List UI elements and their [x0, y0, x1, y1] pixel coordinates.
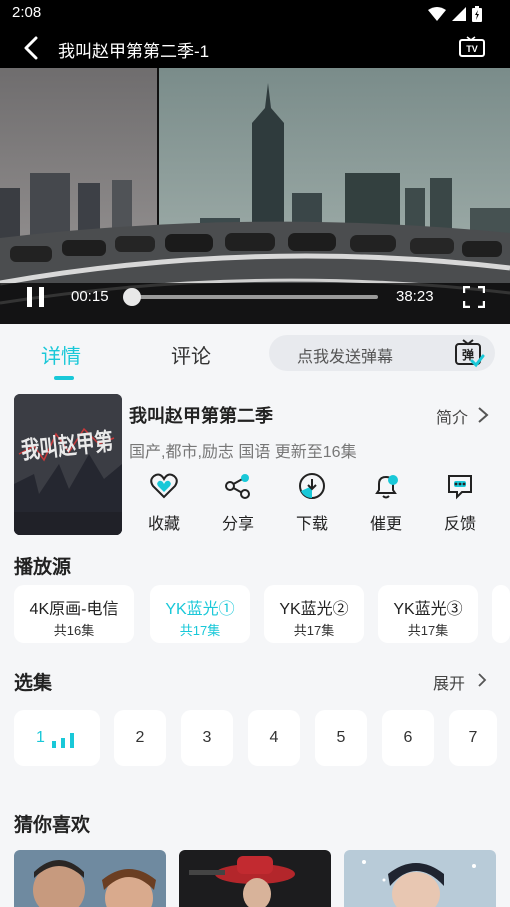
source-name: 4K原画-电信 [29, 601, 119, 618]
urge-update-label: 催更 [369, 516, 402, 533]
share-icon [225, 474, 250, 499]
recommend-title: 猜你喜欢 [14, 815, 91, 836]
pause-icon[interactable] [26, 286, 46, 308]
tab-detail[interactable]: 详情 [41, 340, 81, 369]
danmaku-placeholder: 点我发送弹幕 [297, 349, 394, 366]
source-item[interactable]: YK蓝光② 共17集 [264, 585, 364, 643]
source-item-partial[interactable] [492, 585, 510, 643]
chevron-right-icon[interactable] [476, 406, 490, 424]
back-arrow-icon[interactable] [20, 36, 44, 60]
episode-item[interactable]: 6 [382, 710, 434, 766]
source-count: 共17集 [179, 623, 221, 638]
recommend-card[interactable] [14, 850, 166, 907]
poster-image: 我叫赵甲第 [14, 394, 122, 535]
show-title: 我叫赵甲第第二季 [129, 406, 273, 426]
bell-icon [375, 475, 398, 499]
signal-icon [452, 7, 466, 21]
fullscreen-icon[interactable] [463, 286, 485, 308]
download-icon [299, 473, 325, 499]
source-count: 共17集 [293, 623, 335, 638]
source-name: YK蓝光① [165, 601, 235, 618]
danmaku-input[interactable]: 点我发送弹幕 弹 [269, 335, 495, 371]
source-name: YK蓝光③ [393, 601, 463, 618]
show-poster[interactable]: 我叫赵甲第 [14, 394, 122, 535]
current-time: 00:15 [71, 288, 109, 305]
tv-cast-icon[interactable]: TV [458, 36, 486, 60]
chevron-right-icon[interactable] [476, 672, 488, 688]
sources-title: 播放源 [14, 557, 72, 578]
heart-icon [150, 473, 178, 499]
episode-item[interactable]: 5 [315, 710, 367, 766]
progress-knob[interactable] [122, 288, 141, 306]
feedback-icon [448, 475, 472, 500]
status-bar: 2:08 [0, 0, 510, 28]
recommend-thumbnail [179, 850, 331, 907]
danmaku-icon[interactable]: 弹 [453, 337, 485, 369]
recommend-card[interactable] [179, 850, 331, 907]
feedback-button[interactable]: 反馈 [430, 472, 490, 534]
episode-item[interactable]: 3 [181, 710, 233, 766]
episode-number: 1 [36, 729, 45, 746]
tab-comments[interactable]: 评论 [171, 340, 211, 369]
source-item[interactable]: YK蓝光③ 共17集 [378, 585, 478, 643]
player-controls: 00:15 38:23 [0, 280, 510, 320]
source-count: 共16集 [53, 623, 95, 638]
player-title-bar: 我叫赵甲第第二季-1 TV [0, 28, 510, 68]
battery-icon [472, 6, 482, 22]
source-count: 共17集 [407, 623, 449, 638]
share-button[interactable]: 分享 [208, 472, 268, 534]
video-title: 我叫赵甲第第二季-1 [58, 42, 210, 61]
svg-text:TV: TV [466, 44, 478, 54]
feedback-label: 反馈 [443, 516, 476, 533]
progress-track[interactable] [130, 295, 378, 299]
wifi-icon [428, 7, 446, 21]
show-meta: 国产,都市,励志 国语 更新至16集 [129, 444, 357, 461]
download-button[interactable]: 下载 [282, 472, 342, 534]
intro-link[interactable]: 简介 [436, 404, 468, 428]
detail-panel: 详情 评论 点我发送弹幕 弹 我叫赵甲第 我叫赵甲第第二季 简介 国产,都市,励… [0, 324, 510, 907]
playing-bars-icon [52, 733, 74, 748]
status-time: 2:08 [12, 4, 42, 21]
recommend-card[interactable] [344, 850, 496, 907]
episode-item[interactable]: 4 [248, 710, 300, 766]
duration: 38:23 [396, 288, 434, 305]
download-label: 下载 [295, 516, 328, 533]
expand-episodes-link[interactable]: 展开 [433, 670, 465, 694]
recommend-thumbnail [344, 850, 496, 907]
source-name: YK蓝光② [279, 601, 349, 618]
share-label: 分享 [221, 516, 254, 533]
tab-indicator [54, 376, 74, 380]
source-item[interactable]: 4K原画-电信 共16集 [14, 585, 134, 643]
status-icons [428, 6, 482, 22]
favorite-button[interactable]: 收藏 [134, 472, 194, 534]
episode-item-active[interactable]: 1 [14, 710, 100, 766]
episodes-title: 选集 [14, 673, 53, 694]
source-item-active[interactable]: YK蓝光① 共17集 [150, 585, 250, 643]
recommend-thumbnail [14, 850, 166, 907]
episode-item[interactable]: 7 [449, 710, 497, 766]
episode-item[interactable]: 2 [114, 710, 166, 766]
urge-update-button[interactable]: 催更 [356, 472, 416, 534]
favorite-label: 收藏 [147, 516, 180, 533]
